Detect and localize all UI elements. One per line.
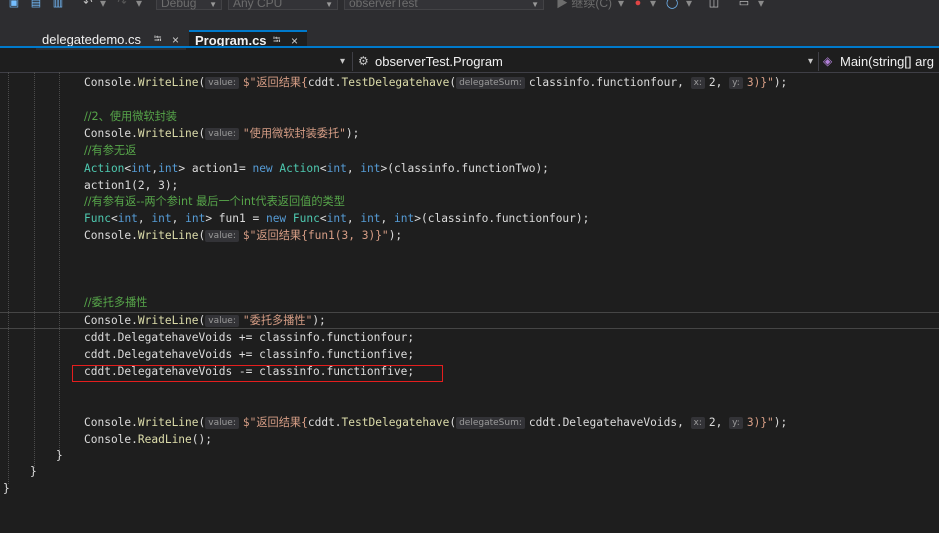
parameter-hint: value:: [205, 315, 239, 327]
stop-dropdown-icon[interactable]: ▾: [650, 0, 656, 11]
parameter-hint: value:: [205, 128, 239, 140]
parameter-hint: value:: [205, 417, 239, 429]
parameter-hint: delegateSum:: [456, 417, 525, 429]
nav-separator: [352, 52, 353, 71]
window-layout-icon[interactable]: ▭: [738, 0, 750, 9]
configuration-value: Debug: [161, 0, 197, 10]
closing-brace: }: [56, 449, 63, 462]
code-line: Console.WriteLine(value: "使用微软封装委托");: [84, 127, 360, 140]
code-line: Console.WriteLine(value: $"返回结果{cddt.Test…: [84, 416, 788, 429]
startup-project-value: observerTest: [349, 0, 418, 10]
method-icon: ◈: [823, 54, 833, 68]
code-line: Action<int,int> action1= new Action<int,…: [84, 162, 549, 175]
code-line: Console.WriteLine(value: $"返回结果{cddt.Test…: [84, 76, 788, 89]
class-selector[interactable]: observerTest.Program: [375, 52, 503, 71]
chevron-down-icon: ▼: [531, 0, 539, 9]
closing-brace: }: [3, 482, 10, 495]
undo-icon[interactable]: ↶: [82, 0, 94, 9]
code-comment: //有参无返: [84, 144, 137, 157]
stop-debug-icon[interactable]: ●: [632, 0, 644, 9]
diagnostics-icon[interactable]: ◫: [708, 0, 720, 9]
code-line: Console.WriteLine(value: "委托多播性");: [84, 314, 326, 327]
chevron-down-icon[interactable]: ▾: [808, 52, 813, 71]
platform-value: Any CPU: [233, 0, 283, 10]
redo-dropdown-icon[interactable]: ▾: [136, 0, 142, 11]
save-icon[interactable]: ▤: [30, 0, 42, 9]
chevron-down-icon[interactable]: ▾: [340, 52, 345, 71]
parameter-hint: value:: [205, 77, 239, 89]
active-tab-indicator: [0, 46, 939, 48]
parameter-hint: x:: [690, 77, 705, 89]
parameter-hint: delegateSum:: [456, 77, 525, 89]
closing-brace: }: [30, 465, 37, 478]
nav-separator: [818, 52, 819, 71]
continue-dropdown-icon[interactable]: ▾: [618, 0, 624, 11]
restart-icon[interactable]: ◯: [666, 0, 678, 9]
code-line: Console.WriteLine(value: $"返回结果{fun1(3, 3…: [84, 229, 403, 242]
configuration-select[interactable]: Debug ▼: [156, 0, 222, 10]
undo-dropdown-icon[interactable]: ▾: [100, 0, 106, 11]
parameter-hint: y:: [729, 77, 743, 89]
document-tab-bar: delegatedemo.cs ⭾ × Program.cs ⭾ ×: [0, 12, 939, 50]
class-icon: ⚙: [358, 54, 369, 68]
parameter-hint: x:: [690, 417, 705, 429]
code-comment: //委托多播性: [84, 296, 148, 309]
indent-guide: [59, 72, 60, 450]
code-line: cddt.DelegatehaveVoids += classinfo.func…: [84, 348, 415, 361]
tab-label: delegatedemo.cs: [42, 32, 142, 47]
startup-project-select[interactable]: observerTest ▼: [344, 0, 544, 10]
code-editor[interactable]: Console.WriteLine(value: $"返回结果{cddt.Test…: [0, 72, 939, 533]
red-highlight-box: [72, 365, 443, 382]
navigation-bar: ▾ ⚙ observerTest.Program ▾ ◈ Main(string…: [0, 52, 939, 73]
parameter-hint: value:: [205, 230, 239, 242]
code-line: action1(2, 3);: [84, 179, 179, 192]
continue-button[interactable]: ▶ 继续(C): [556, 0, 612, 11]
chevron-down-icon: ▼: [209, 0, 217, 9]
code-comment: //有参有返--两个参int 最后一个int代表返回值的类型: [84, 195, 345, 208]
indent-guide: [34, 72, 35, 468]
code-line: cddt.DelegatehaveVoids += classinfo.func…: [84, 331, 415, 344]
new-project-icon[interactable]: ▣: [8, 0, 20, 9]
code-line: Func<int, int, int> fun1 = new Func<int,…: [84, 212, 590, 225]
method-selector[interactable]: Main(string[] arg: [840, 52, 934, 71]
indent-guide: [8, 72, 9, 484]
redo-icon[interactable]: ↷: [116, 0, 128, 9]
code-comment: //2、使用微软封装: [84, 110, 177, 123]
layout-dropdown-icon[interactable]: ▾: [758, 0, 764, 11]
chevron-down-icon: ▼: [325, 0, 333, 9]
parameter-hint: y:: [729, 417, 743, 429]
restart-dropdown-icon[interactable]: ▾: [686, 0, 692, 11]
save-all-icon[interactable]: ▥: [52, 0, 64, 9]
toolbar: ▣ ▤ ▥ ↶ ▾ ↷ ▾ Debug ▼ Any CPU ▼ observer…: [0, 0, 939, 12]
platform-select[interactable]: Any CPU ▼: [228, 0, 338, 10]
code-line: Console.ReadLine();: [84, 433, 212, 446]
